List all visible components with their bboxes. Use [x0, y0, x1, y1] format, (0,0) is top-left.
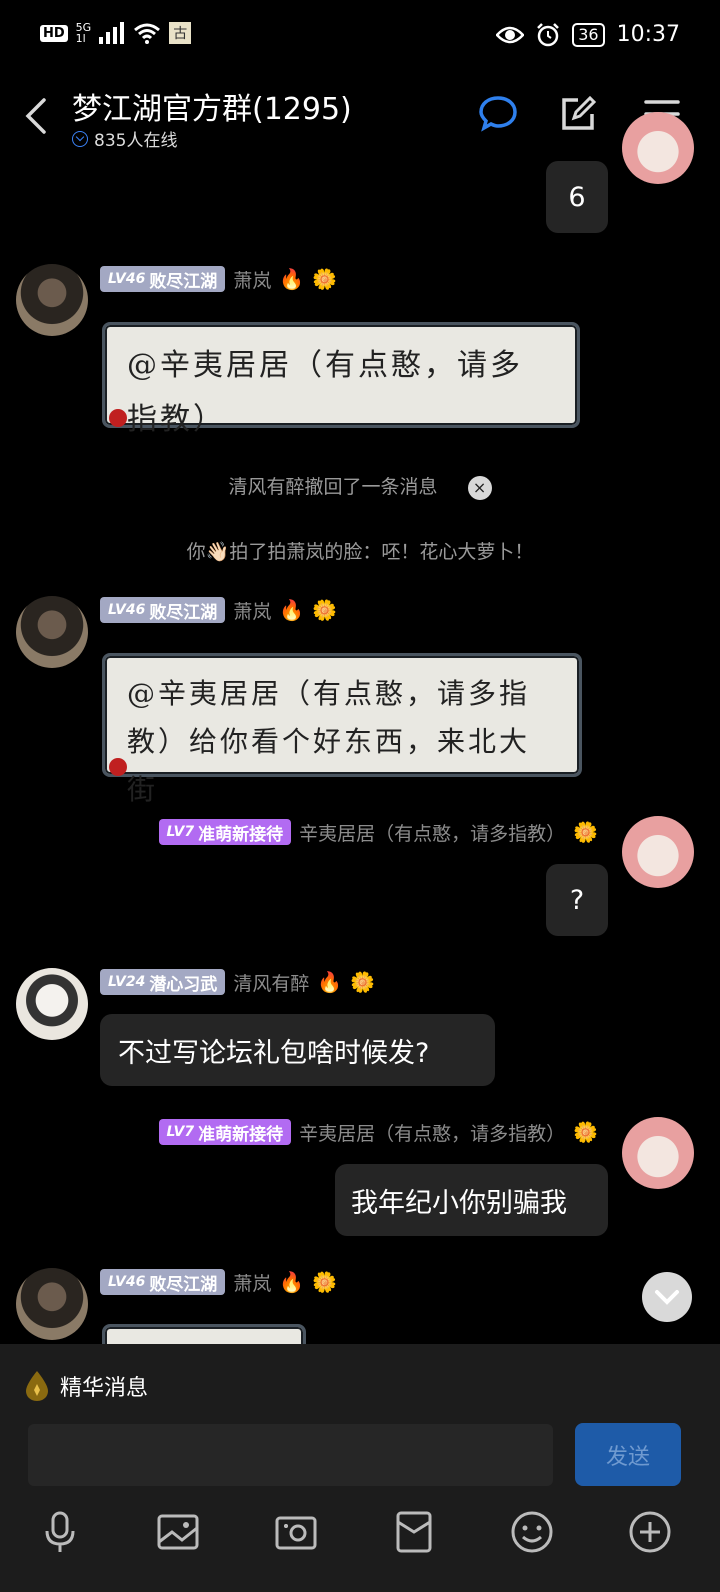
image-icon[interactable] [156, 1510, 200, 1554]
title-label: 准萌新接待 [198, 1124, 284, 1145]
app-notification-icon: 古 [169, 22, 192, 44]
plus-icon[interactable] [628, 1510, 672, 1554]
message-meta: LV46 败尽江湖 萧岚 🔥 🌼 [100, 596, 337, 624]
input-panel: 精华消息 发送 [0, 1344, 720, 1592]
sender-nickname[interactable]: 萧岚 [233, 266, 271, 293]
scroll-card-message[interactable]: @辛夷居居（有点憨，请多指教）给你看个好东西，来北大街 [102, 653, 582, 806]
status-bar: HD 5G 1l 古 36 10:37 [0, 0, 720, 72]
chat-header: 梦江湖官方群(1295) 835人在线 [0, 72, 720, 160]
back-icon[interactable] [24, 98, 48, 134]
system-notice: 你👋🏻拍了拍萧岚的脸：呸！花心大萝卜！ [0, 537, 720, 564]
fire-icon: 🔥 [279, 267, 305, 291]
online-check-icon [72, 130, 88, 147]
chat-bubble-icon[interactable] [478, 94, 518, 134]
title-label: 败尽江湖 [149, 271, 218, 292]
flower-icon: 🌼 [312, 598, 338, 622]
level-badge: LV24 潜心习武 [100, 969, 226, 995]
title-label: 败尽江湖 [149, 1274, 218, 1295]
member-avatar[interactable] [16, 264, 88, 336]
level-badge: LV46 败尽江湖 [100, 597, 226, 623]
essence-messages-button[interactable]: 精华消息 [24, 1358, 148, 1414]
title-label: 败尽江湖 [149, 602, 218, 623]
sender-nickname[interactable]: 辛夷居居（有点憨，请多指教） [299, 819, 565, 846]
flower-icon: 🌼 [312, 267, 338, 291]
message-text: 我年纪小你别骗我 [351, 1187, 567, 1219]
network-sub: 1l [75, 32, 86, 45]
flower-icon: 🌼 [350, 970, 376, 994]
wifi-icon [134, 23, 161, 44]
message-input[interactable] [28, 1424, 553, 1486]
sender-nickname[interactable]: 辛夷居居（有点憨，请多指教） [299, 1119, 565, 1146]
level-label: LV46 [108, 271, 146, 287]
message-text: ? [569, 884, 585, 916]
message-bubble[interactable]: 6 [546, 161, 608, 233]
level-label: LV46 [108, 602, 146, 618]
level-badge: LV46 败尽江湖 [100, 266, 226, 292]
fire-icon: 🔥 [279, 1270, 305, 1294]
hd-indicator: HD [40, 24, 68, 42]
edit-icon[interactable] [558, 94, 598, 134]
scroll-card-message[interactable]: @辛夷居居（有点憨，请多指教） [102, 322, 580, 437]
level-label: LV7 [166, 1124, 195, 1140]
member-avatar[interactable] [16, 596, 88, 668]
essence-label: 精华消息 [60, 1376, 149, 1401]
signal-icon [99, 22, 125, 44]
message-meta: LV7 准萌新接待 辛夷居居（有点憨，请多指教） 🌼 [158, 1118, 598, 1146]
level-badge: LV46 败尽江湖 [100, 1269, 226, 1295]
red-packet-icon[interactable] [392, 1510, 436, 1554]
self-avatar[interactable] [622, 112, 694, 184]
member-avatar[interactable] [16, 968, 88, 1040]
flower-icon: 🌼 [573, 1120, 598, 1144]
scroll-card-text: @辛夷居居（有点憨，请多指教）给你看个好东西，来北大街 [127, 677, 531, 806]
fire-icon: 🔥 [279, 598, 305, 622]
title-label: 潜心习武 [149, 974, 218, 995]
sender-nickname[interactable]: 萧岚 [233, 597, 271, 624]
drop-icon [26, 1371, 48, 1401]
online-count: 835人在线 [72, 126, 177, 151]
scroll-card-text: @辛夷居居（有点憨，请多指教） [127, 348, 523, 437]
member-avatar[interactable] [16, 1268, 88, 1340]
group-title[interactable]: 梦江湖官方群(1295) [72, 84, 352, 128]
system-notice: 清风有醉撤回了一条消息 × [0, 472, 720, 500]
recall-notice: 清风有醉撤回了一条消息 [228, 476, 438, 498]
message-bubble[interactable]: 不过写论坛礼包啥时候发? [100, 1014, 495, 1086]
flower-icon: 🌼 [312, 1270, 338, 1294]
sender-nickname[interactable]: 萧岚 [233, 1269, 271, 1296]
message-bubble[interactable]: 我年纪小你别骗我 [335, 1164, 608, 1236]
online-count-label: 835人在线 [94, 131, 178, 151]
send-button[interactable]: 发送 [575, 1423, 681, 1486]
fire-icon: 🔥 [317, 970, 343, 994]
level-label: LV46 [108, 1274, 146, 1290]
sender-nickname[interactable]: 清风有醉 [233, 969, 309, 996]
mic-icon[interactable] [38, 1510, 82, 1554]
message-meta: LV7 准萌新接待 辛夷居居（有点憨，请多指教） 🌼 [158, 818, 598, 846]
message-bubble[interactable]: ? [546, 864, 608, 936]
level-label: LV7 [166, 824, 195, 840]
flower-icon: 🌼 [573, 820, 598, 844]
self-avatar[interactable] [622, 816, 694, 888]
level-label: LV24 [108, 974, 146, 990]
level-badge: LV7 准萌新接待 [158, 819, 292, 845]
title-label: 准萌新接待 [198, 824, 284, 845]
status-time: 10:37 [616, 22, 680, 47]
emoji-icon[interactable] [510, 1510, 554, 1554]
message-meta: LV46 败尽江湖 萧岚 🔥 🌼 [100, 265, 337, 293]
battery-indicator: 36 [572, 22, 605, 47]
chevron-down-icon [655, 1290, 679, 1305]
alarm-icon [537, 22, 560, 46]
eye-icon [496, 26, 525, 43]
level-badge: LV7 准萌新接待 [158, 1119, 292, 1145]
scroll-to-bottom-button[interactable] [642, 1272, 692, 1322]
seal-icon [109, 758, 127, 776]
message-meta: LV24 潜心习武 清风有醉 🔥 🌼 [100, 968, 375, 996]
camera-icon[interactable] [274, 1510, 318, 1554]
close-icon[interactable]: × [467, 475, 492, 500]
message-text: 不过写论坛礼包啥时候发? [118, 1037, 430, 1069]
poke-notice: 你👋🏻拍了拍萧岚的脸：呸！花心大萝卜！ [186, 541, 534, 563]
self-avatar[interactable] [622, 1117, 694, 1189]
message-meta: LV46 败尽江湖 萧岚 🔥 🌼 [100, 1268, 337, 1296]
seal-icon [109, 409, 127, 427]
message-text: 6 [568, 181, 586, 213]
